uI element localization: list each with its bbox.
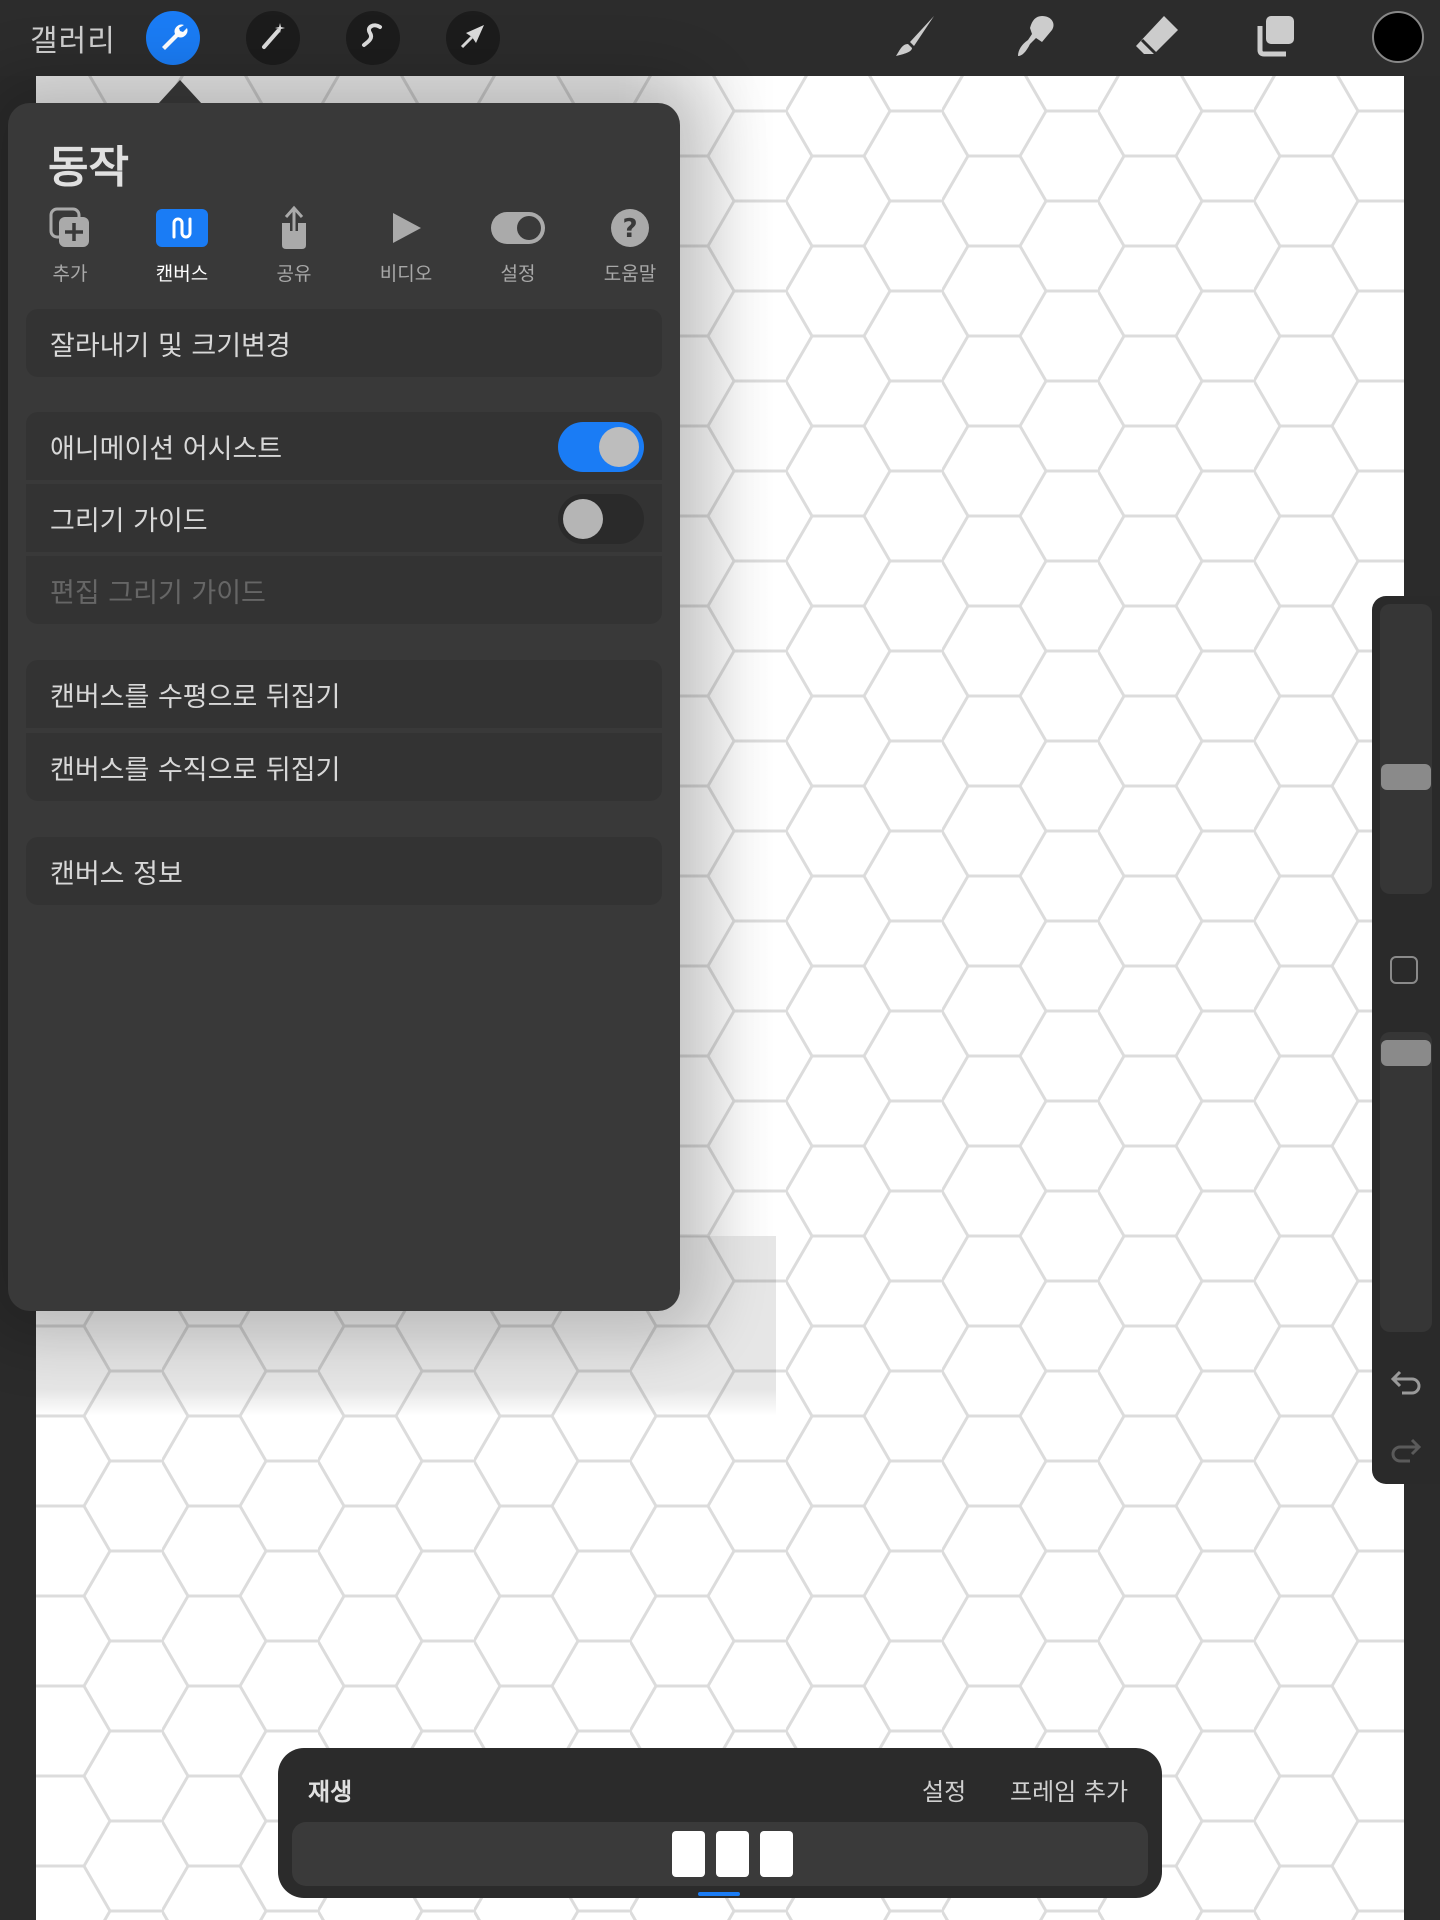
- smudge-icon: [1012, 12, 1060, 64]
- transform-button[interactable]: [446, 11, 500, 65]
- panel-title: 동작: [48, 142, 129, 193]
- add-frame-button[interactable]: 프레임 추가: [1010, 1772, 1128, 1807]
- layers-icon: [1252, 12, 1300, 64]
- tab-label: 캔버스: [155, 263, 209, 285]
- panel-pointer: [158, 80, 202, 104]
- share-icon: [276, 205, 312, 255]
- wrench-icon: [158, 21, 188, 55]
- opacity-slider[interactable]: [1380, 1032, 1432, 1332]
- layers-button[interactable]: [1248, 10, 1304, 66]
- flip-horizontal-item[interactable]: 캔버스를 수평으로 뒤집기: [26, 660, 662, 728]
- frame-timeline[interactable]: [292, 1822, 1148, 1886]
- tab-preferences[interactable]: 설정: [468, 207, 568, 287]
- brush-size-thumb[interactable]: [1381, 764, 1431, 790]
- crop-resize-item[interactable]: 잘라내기 및 크기변경: [26, 309, 662, 377]
- tab-label: 설정: [500, 263, 536, 285]
- top-toolbar: 갤러리: [0, 0, 1440, 76]
- tab-add[interactable]: 추가: [20, 207, 120, 287]
- redo-button[interactable]: [1388, 1434, 1424, 1470]
- eraser-button[interactable]: [1128, 10, 1184, 66]
- adjustments-button[interactable]: [246, 11, 300, 65]
- toggle-icon: [490, 211, 546, 249]
- brush-button[interactable]: [888, 10, 944, 66]
- tab-label: 도움말: [603, 263, 657, 285]
- animation-settings-button[interactable]: 설정: [922, 1772, 966, 1807]
- opacity-thumb[interactable]: [1381, 1040, 1431, 1066]
- brush-size-slider[interactable]: [1380, 604, 1432, 894]
- frame-thumbnail[interactable]: [672, 1831, 705, 1877]
- edit-drawing-guide-item: 편집 그리기 가이드: [26, 556, 662, 624]
- add-icon: [49, 207, 91, 253]
- redo-icon: [1390, 1436, 1422, 1468]
- help-icon: ?: [610, 208, 650, 252]
- right-sidebar: [1372, 596, 1440, 1484]
- flip-vertical-item[interactable]: 캔버스를 수직으로 뒤집기: [26, 733, 662, 801]
- animation-assist-item[interactable]: 애니메이션 어시스트: [26, 412, 662, 480]
- magic-wand-icon: [258, 21, 288, 55]
- brush-icon: [892, 12, 940, 64]
- drawing-guide-toggle[interactable]: [558, 494, 644, 544]
- frame-thumbnail[interactable]: [716, 1831, 749, 1877]
- undo-button[interactable]: [1388, 1366, 1424, 1402]
- drawing-guide-item[interactable]: 그리기 가이드: [26, 484, 662, 552]
- play-button[interactable]: 재생: [308, 1772, 352, 1807]
- drawing-guide-label: 그리기 가이드: [50, 505, 208, 537]
- tab-label: 공유: [276, 263, 312, 285]
- modify-button[interactable]: [1390, 956, 1418, 984]
- color-picker-button[interactable]: [1372, 11, 1424, 63]
- canvas-icon: [156, 209, 208, 251]
- tab-label: 비디오: [379, 263, 433, 285]
- smudge-button[interactable]: [1008, 10, 1064, 66]
- play-icon: [389, 211, 423, 249]
- selection-icon: [358, 21, 388, 55]
- svg-text:?: ?: [622, 214, 637, 244]
- tab-video[interactable]: 비디오: [356, 207, 456, 287]
- actions-panel: 동작 추가 캔버스 공유 비디오 설정 ? 도움말 잘라내기 및 크기변경 애니…: [8, 103, 680, 1311]
- timeline-position-indicator: [698, 1892, 740, 1896]
- animation-timeline-bar: 재생 설정 프레임 추가: [278, 1748, 1162, 1898]
- tab-share[interactable]: 공유: [244, 205, 344, 287]
- animation-assist-label: 애니메이션 어시스트: [50, 433, 283, 465]
- tab-label: 추가: [52, 263, 88, 285]
- tab-canvas[interactable]: 캔버스: [132, 207, 232, 287]
- frame-thumbnail[interactable]: [760, 1831, 793, 1877]
- canvas-info-item[interactable]: 캔버스 정보: [26, 837, 662, 905]
- undo-icon: [1390, 1368, 1422, 1400]
- tab-help[interactable]: ? 도움말: [580, 207, 680, 287]
- toggle-knob: [563, 499, 603, 539]
- actions-button[interactable]: [146, 11, 200, 65]
- eraser-icon: [1132, 12, 1180, 64]
- transform-arrow-icon: [458, 21, 488, 55]
- toggle-knob: [599, 427, 639, 467]
- selection-button[interactable]: [346, 11, 400, 65]
- actions-tabs: 추가 캔버스 공유 비디오 설정 ? 도움말: [8, 205, 680, 287]
- gallery-button[interactable]: 갤러리: [30, 16, 116, 60]
- animation-assist-toggle[interactable]: [558, 422, 644, 472]
